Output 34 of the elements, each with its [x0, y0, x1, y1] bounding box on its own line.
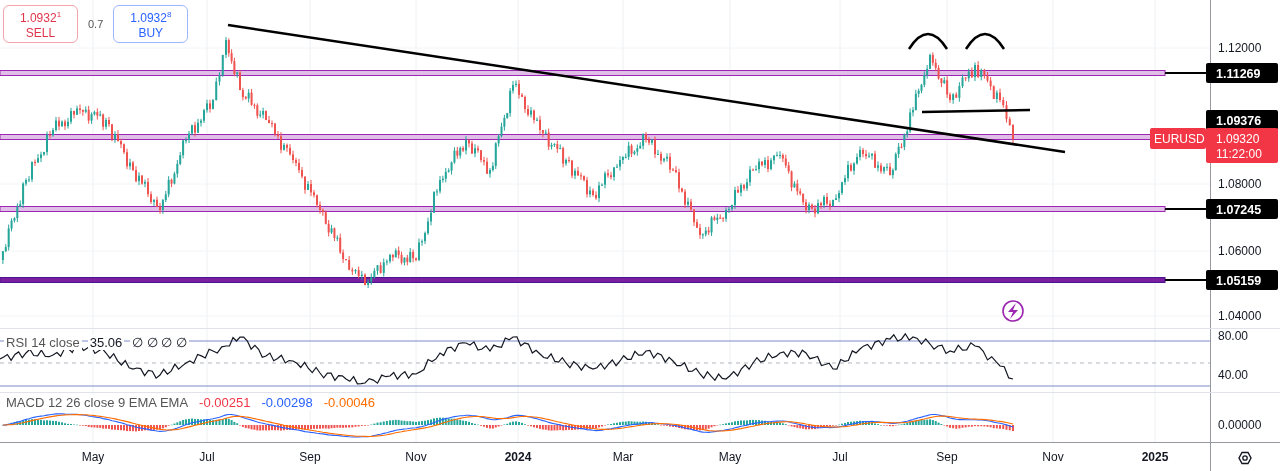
- time-axis-label: Nov: [405, 450, 427, 464]
- price-level-label: 1.09376: [1206, 110, 1278, 130]
- time-axis-label: Jul: [832, 450, 848, 464]
- spread-value: 0.7: [88, 18, 104, 30]
- symbol-tag: EURUSD: [1150, 128, 1206, 149]
- indicator-name: RSI 14 close: [4, 335, 82, 350]
- buy-button[interactable]: 1.0932$^{8}$ BUY: [113, 5, 189, 43]
- time-axis-label: Nov: [1042, 450, 1064, 464]
- time-axis-label: May: [718, 450, 742, 464]
- time-axis-label: Jul: [199, 450, 215, 464]
- price-level-label: 1.05159: [1206, 270, 1278, 290]
- indicator-value: 35.06: [87, 335, 125, 350]
- price-level-label: 1.07245: [1206, 199, 1278, 219]
- indicator-value: -0.00046: [321, 395, 378, 410]
- price-axis-label: 1.08000: [1218, 177, 1262, 191]
- price-axis-label: 1.06000: [1218, 244, 1262, 258]
- indicator-value: -0.00298: [259, 395, 315, 410]
- price-level-label: 1.11269: [1206, 63, 1278, 83]
- time-axis-label: May: [81, 450, 105, 464]
- indicator-values: ∅ ∅ ∅ ∅: [130, 335, 190, 350]
- price-axis-label: 1.12000: [1218, 41, 1262, 55]
- time-axis-label: Mar: [612, 450, 634, 464]
- macd-axis-label: 0.00000: [1218, 418, 1262, 432]
- sell-button[interactable]: 1.0932$^{1}$ SELL: [3, 5, 78, 43]
- time-axis-label: 2024: [504, 450, 532, 464]
- indicator-value: -0.00251: [197, 395, 253, 410]
- indicator-name: MACD 12 26 close 9 EMA EMA: [4, 395, 191, 410]
- rsi-axis-label: 80.00: [1218, 329, 1249, 343]
- time-axis-label: Sep: [299, 450, 321, 464]
- last-price-label: 1.09320 11:22:00: [1206, 128, 1278, 163]
- rsi-axis-label: 40.00: [1218, 368, 1249, 382]
- time-axis-label: 2025: [1141, 450, 1169, 464]
- time-axis-label: Sep: [936, 450, 958, 464]
- price-axis-label: 1.04000: [1218, 309, 1262, 323]
